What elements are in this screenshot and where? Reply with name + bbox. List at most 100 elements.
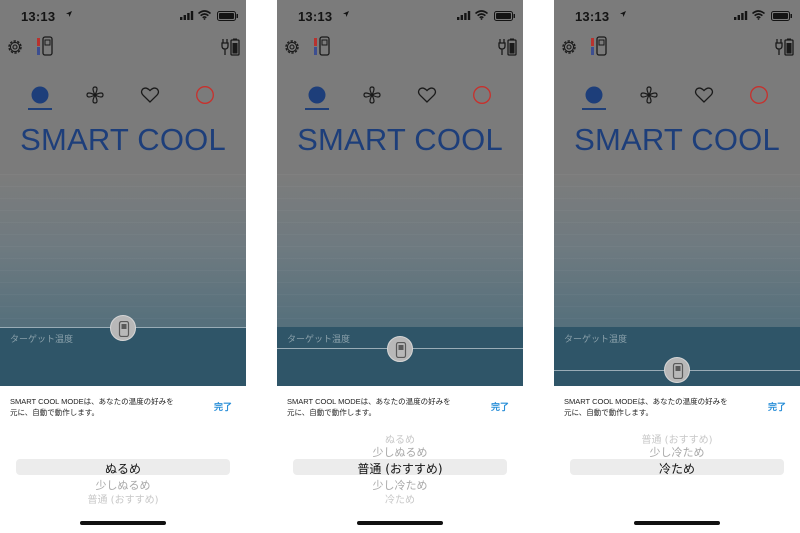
temperature-area[interactable]: ターゲット温度 xyxy=(554,174,800,386)
app-area: 13:13 SMART COOL ターゲット温度 xyxy=(0,0,246,386)
location-arrow-icon xyxy=(343,11,349,17)
wifi-icon xyxy=(752,10,765,20)
preference-sheet: SMART COOL MODEは、あなたの温度の好みを 元に、自動で動作します。… xyxy=(0,386,246,533)
signal-icon xyxy=(180,11,194,20)
favorite-mode-tab[interactable] xyxy=(412,82,442,112)
gear-icon[interactable] xyxy=(283,38,301,56)
remote-icon[interactable] xyxy=(313,36,331,58)
toolbar xyxy=(554,32,800,62)
signal-icon xyxy=(457,11,471,20)
app-area: 13:13 SMART COOL ターゲット温度 xyxy=(554,0,800,386)
done-button[interactable]: 完了 xyxy=(214,400,232,413)
gear-icon[interactable] xyxy=(560,38,578,56)
preference-sheet: SMART COOL MODEは、あなたの温度の好みを 元に、自動で動作します。… xyxy=(554,386,800,533)
picker-option-selected[interactable]: ぬるめ xyxy=(0,460,246,477)
phone-screen-2: 13:13 SMART COOL ターゲット温度 SMART COOL MODE… xyxy=(277,0,523,533)
power-off-icon xyxy=(196,86,214,104)
mode-info-line: 元に、自動で動作します。 xyxy=(10,408,100,417)
status-time: 13:13 xyxy=(298,9,333,24)
toolbar xyxy=(0,32,246,62)
fan-icon xyxy=(363,86,381,104)
page-title: SMART COOL xyxy=(574,122,780,157)
plug-battery-icon xyxy=(221,38,240,56)
target-temp-label: ターゲット温度 xyxy=(287,334,351,344)
battery-icon xyxy=(494,11,515,21)
target-temp-label: ターゲット温度 xyxy=(10,334,74,344)
mode-selector xyxy=(277,82,523,112)
battery-icon xyxy=(217,11,238,21)
power-off-tab[interactable] xyxy=(467,82,497,112)
power-off-icon xyxy=(750,86,768,104)
favorite-mode-tab[interactable] xyxy=(135,82,165,112)
mode-info-line: SMART COOL MODEは、あなたの温度の好みを xyxy=(287,397,451,406)
plug-battery-icon xyxy=(775,38,794,56)
page-title: SMART COOL xyxy=(20,122,226,157)
done-button[interactable]: 完了 xyxy=(768,400,786,413)
heart-icon xyxy=(140,87,160,103)
cool-mode-icon xyxy=(585,86,603,104)
fan-mode-tab[interactable] xyxy=(80,82,110,112)
favorite-mode-tab[interactable] xyxy=(689,82,719,112)
active-mode-underline xyxy=(582,108,606,110)
temperature-area[interactable]: ターゲット温度 xyxy=(0,174,246,386)
signal-icon xyxy=(734,11,748,20)
picker-option[interactable]: 少しぬるめ xyxy=(277,444,523,460)
fan-icon xyxy=(86,86,104,104)
home-indicator xyxy=(80,521,166,525)
mode-info: SMART COOL MODEは、あなたの温度の好みを 元に、自動で動作します。 xyxy=(10,396,200,418)
app-area: 13:13 SMART COOL ターゲット温度 xyxy=(277,0,523,386)
cool-mode-icon xyxy=(31,86,49,104)
active-mode-underline xyxy=(28,108,52,110)
picker-option[interactable]: 普通 (おすすめ) xyxy=(0,491,246,506)
temperature-slider-handle[interactable] xyxy=(387,336,413,362)
status-bar: 13:13 xyxy=(554,0,800,32)
location-arrow-icon xyxy=(66,11,72,17)
temperature-slider-handle[interactable] xyxy=(110,315,136,341)
status-time: 13:13 xyxy=(575,9,610,24)
gear-icon[interactable] xyxy=(6,38,24,56)
fan-mode-tab[interactable] xyxy=(634,82,664,112)
remote-icon[interactable] xyxy=(590,36,608,58)
temperature-area[interactable]: ターゲット温度 xyxy=(277,174,523,386)
toolbar xyxy=(277,32,523,62)
remote-handle-icon xyxy=(118,321,130,337)
target-temp-label: ターゲット温度 xyxy=(564,334,628,344)
preference-picker[interactable]: 普通 (おすすめ) 少し冷ため 冷ため xyxy=(554,432,800,506)
mode-selector xyxy=(0,82,246,112)
remote-icon[interactable] xyxy=(36,36,54,58)
mode-info: SMART COOL MODEは、あなたの温度の好みを 元に、自動で動作します。 xyxy=(564,396,754,418)
phone-screen-3: 13:13 SMART COOL ターゲット温度 SMART COOL MODE… xyxy=(554,0,800,533)
heart-icon xyxy=(694,87,714,103)
location-arrow-icon xyxy=(620,11,626,17)
mode-info-line: 元に、自動で動作します。 xyxy=(287,408,377,417)
heart-icon xyxy=(417,87,437,103)
fan-icon xyxy=(640,86,658,104)
mode-info: SMART COOL MODEは、あなたの温度の好みを 元に、自動で動作します。 xyxy=(287,396,477,418)
remote-handle-icon xyxy=(672,363,684,379)
mode-info-line: SMART COOL MODEは、あなたの温度の好みを xyxy=(564,397,728,406)
done-button[interactable]: 完了 xyxy=(491,400,509,413)
power-off-tab[interactable] xyxy=(744,82,774,112)
temperature-slider-handle[interactable] xyxy=(664,357,690,383)
picker-option[interactable]: 冷ため xyxy=(277,491,523,506)
mode-info-line: 元に、自動で動作します。 xyxy=(564,408,654,417)
picker-option-selected[interactable]: 普通 (おすすめ) xyxy=(277,460,523,477)
picker-option-selected[interactable]: 冷ため xyxy=(554,460,800,477)
active-mode-underline xyxy=(305,108,329,110)
wifi-icon xyxy=(198,10,211,20)
power-off-tab[interactable] xyxy=(190,82,220,112)
picker-option[interactable]: 少し冷ため xyxy=(554,444,800,460)
preference-picker[interactable]: ぬるめ 少しぬるめ 普通 (おすすめ) xyxy=(0,432,246,506)
status-time: 13:13 xyxy=(21,9,56,24)
fan-mode-tab[interactable] xyxy=(357,82,387,112)
page-title: SMART COOL xyxy=(297,122,503,157)
power-off-icon xyxy=(473,86,491,104)
wifi-icon xyxy=(475,10,488,20)
status-bar: 13:13 xyxy=(277,0,523,32)
status-bar: 13:13 xyxy=(0,0,246,32)
home-indicator xyxy=(357,521,443,525)
plug-battery-icon xyxy=(498,38,517,56)
preference-picker[interactable]: ぬるめ 少しぬるめ 普通 (おすすめ) 少し冷ため 冷ため xyxy=(277,432,523,506)
phone-screen-1: 13:13 SMART COOL ターゲット温度 SMART COOL MODE… xyxy=(0,0,246,533)
mode-info-line: SMART COOL MODEは、あなたの温度の好みを xyxy=(10,397,174,406)
